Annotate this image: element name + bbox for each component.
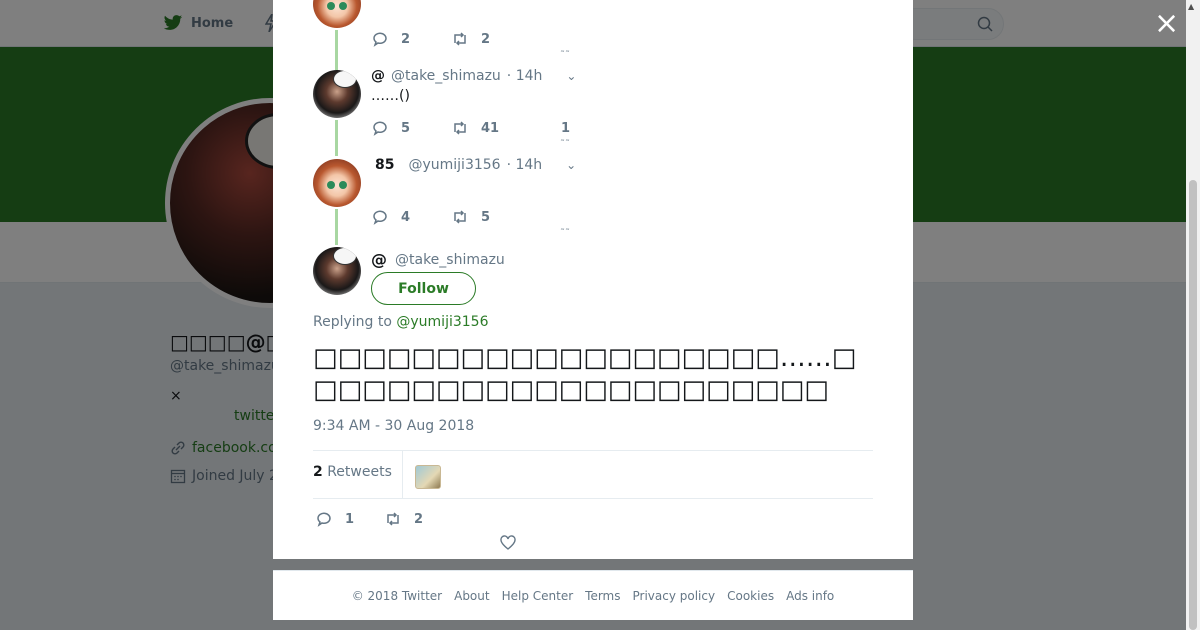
thread-line [335,120,338,156]
footer-copyright: © 2018 Twitter [351,588,443,603]
retweet-total: 2 [313,464,323,480]
tweet-author-name[interactable]: 85 [375,157,394,173]
retweet-action[interactable]: 41 [451,119,561,137]
reply-icon [373,210,387,225]
avatar[interactable] [313,159,361,207]
tweet-timestamp[interactable]: 9:34 AM - 30 Aug 2018 [313,418,474,434]
tweet-author-name[interactable]: @ [371,250,387,269]
reply-icon [373,32,387,47]
footer-ads-info-link[interactable]: Ads info [786,589,834,603]
reply-count: 1 [345,511,355,527]
tweet-author-handle[interactable]: @yumiji3156 [408,157,500,173]
footer-links: © 2018 Twitter About Help Center Terms P… [273,570,913,620]
scroll-up-arrow[interactable]: ▲ [1188,2,1194,11]
replying-to: Replying to @yumiji3156 [313,314,488,330]
tweet-extra: ˜˜ [560,228,570,239]
retweet-action[interactable]: 2 [451,30,490,48]
retweet-count: 2 [481,31,491,47]
thread-line [335,209,338,245]
retweet-count: 5 [481,209,491,225]
reply-action[interactable]: 2 [371,30,451,48]
avatar[interactable] [313,70,361,118]
footer-cookies-link[interactable]: Cookies [727,589,774,603]
thread-line [335,30,338,70]
tweet-author-name[interactable]: @ [371,68,385,84]
tweet-author-handle[interactable]: @take_shimazu [395,252,505,268]
retweet-icon [454,210,466,224]
replying-prefix: Replying to [313,314,392,330]
reply-count: 2 [401,31,411,47]
retweet-count: 41 [481,120,500,136]
reply-action[interactable]: 1 [315,510,354,528]
retweet-action[interactable]: 5 [451,208,490,226]
retweet-label: Retweets [327,464,392,480]
scrollbar-thumb[interactable] [1189,180,1197,630]
reply-count: 4 [401,209,411,225]
footer-privacy-link[interactable]: Privacy policy [633,589,716,603]
follow-button[interactable]: Follow [371,272,476,305]
retweeter-avatar[interactable] [415,465,441,489]
footer-about-link[interactable]: About [454,589,489,603]
tweet-header: 85 @yumiji3156 · 14h ⌄ [371,157,576,173]
reply-action[interactable]: 5 [371,119,451,137]
avatar[interactable] [313,247,361,295]
tweet-time[interactable]: · 14h [507,157,543,173]
tweet-actions: 5 41 1 [371,119,570,137]
tweet-time[interactable]: · 14h [507,68,543,84]
tweet-stats: 2 Retweets [313,450,873,499]
tweet-text: □□□□□□□□□□□□□□□□□□□……□ □□□□□□□□□□□□□□□□□… [313,343,857,405]
tweet-text: ……() [371,88,410,104]
tweet-author-handle[interactable]: @take_shimazu [391,68,501,84]
close-icon[interactable]: × [1154,9,1179,39]
stat-divider [402,451,403,498]
tweet-header: @ @take_shimazu · 14h ⌄ [371,68,576,84]
footer-help-center-link[interactable]: Help Center [502,589,574,603]
heart-icon[interactable] [499,534,517,552]
main-tweet-actions: 1 2 [315,510,423,528]
reply-icon [373,121,387,136]
tweet-modal: 2 2 ˜˜ @ @take_shimazu · 14h ⌄ ……() 5 41… [273,0,913,559]
tweet-actions: 4 5 [371,208,490,226]
retweet-icon [387,512,399,526]
retweet-icon [454,32,466,46]
avatar[interactable] [313,0,361,28]
chevron-down-icon[interactable]: ⌄ [566,158,576,172]
reply-count: 5 [401,120,411,136]
tweet-actions: 2 2 [371,30,490,48]
retweet-icon [454,121,466,135]
like-count[interactable]: 1 [561,121,570,136]
tweet-extra: ˜˜ [560,50,570,61]
retweet-action[interactable]: 2 [384,510,423,528]
tweet-extra: ˜˜ [560,139,570,150]
reply-icon [317,512,331,527]
reply-action[interactable]: 4 [371,208,451,226]
replying-handle-link[interactable]: @yumiji3156 [396,314,488,330]
retweet-count: 2 [414,511,424,527]
chevron-down-icon[interactable]: ⌄ [566,69,576,83]
footer-terms-link[interactable]: Terms [585,589,620,603]
retweets-stat[interactable]: 2 Retweets [313,464,392,480]
